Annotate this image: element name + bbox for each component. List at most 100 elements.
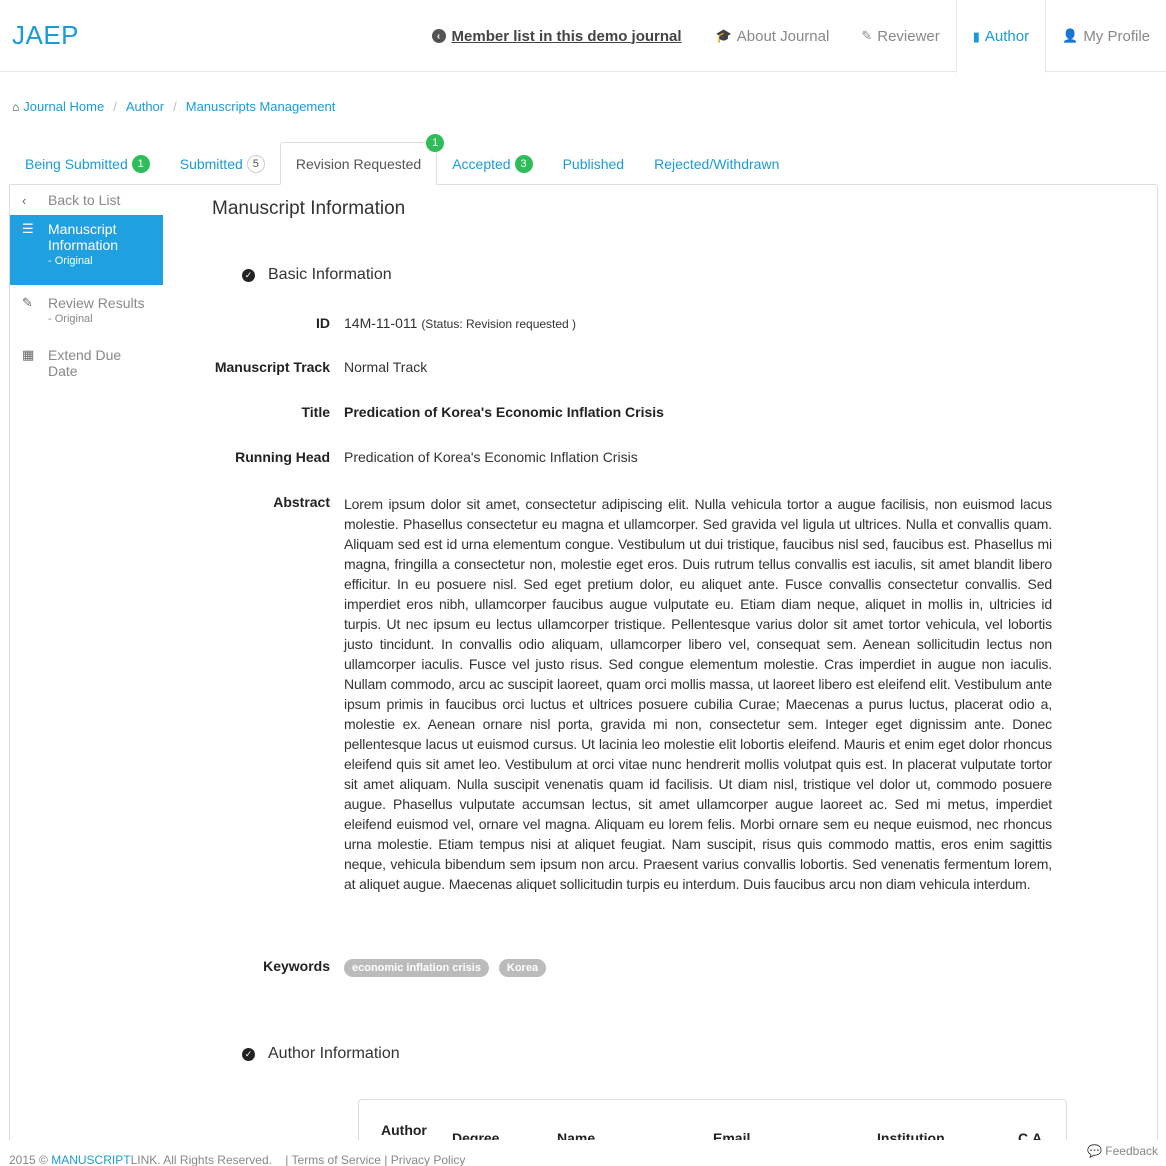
field-label: Keywords — [263, 958, 330, 974]
sidebar-item-label: Manuscript Information - Original — [48, 221, 151, 279]
field-value: Normal Track — [344, 359, 428, 375]
calendar-icon: ▦ — [22, 347, 35, 362]
check-circle-icon: ✓ — [242, 1047, 255, 1061]
tab-rejected-withdrawn[interactable]: Rejected/Withdrawn — [639, 143, 794, 185]
terms-link[interactable]: Terms of Service — [292, 1153, 381, 1166]
review-results-sub: - Original — [48, 313, 93, 325]
nav-reviewer[interactable]: ✎ Reviewer — [845, 0, 955, 72]
brand-part: LINK — [130, 1153, 158, 1166]
tab-label: Being Submitted — [25, 156, 128, 172]
comments-icon: 💬 — [1087, 1144, 1102, 1158]
nav-menu: ‹ Member list in this demo journal 🎓 Abo… — [416, 0, 1166, 73]
author-information-heading: ✓ Author Information — [242, 1045, 400, 1063]
field-abstract: Abstract Lorem ipsum dolor sit amet, con… — [212, 494, 1072, 894]
rights-text: . All Rights Reserved. — [157, 1153, 272, 1166]
list-icon: ☰ — [22, 221, 34, 236]
book-icon: ▮ — [972, 28, 980, 44]
field-running-head: Running Head Predication of Korea's Econ… — [212, 449, 1072, 465]
tab-being-submitted[interactable]: Being Submitted 1 — [10, 143, 165, 185]
sidebar-item-manuscript-information[interactable]: ☰ Manuscript Information - Original — [10, 215, 163, 285]
tab-accepted[interactable]: Accepted 3 — [437, 143, 547, 185]
arrow-circle-left-icon: ‹ — [431, 29, 446, 43]
review-results-label: Review Results — [48, 295, 145, 311]
footer: 2015 © MANUSCRIPTLINK. All Rights Reserv… — [0, 1140, 1166, 1166]
section-title: Author Information — [268, 1045, 400, 1062]
sidebar-item-extend-due-date[interactable]: ▦ Extend Due Date — [10, 341, 163, 385]
privacy-link[interactable]: Privacy Policy — [391, 1153, 466, 1166]
tab-label: Published — [562, 156, 625, 172]
member-list-label: Member list in this demo journal — [451, 27, 682, 45]
back-label: Back to List — [48, 192, 121, 208]
sidebar: ‹ Back to List ☰ Manuscript Information … — [10, 185, 163, 385]
chevron-left-icon: ‹ — [22, 192, 27, 208]
home-icon: ⌂ — [12, 99, 20, 114]
manuscript-info-label: Manuscript Information — [48, 221, 119, 253]
field-title: Title Predication of Korea's Economic In… — [212, 404, 1072, 420]
tab-published[interactable]: Published — [548, 143, 640, 185]
field-label: Title — [301, 404, 330, 420]
feedback-button[interactable]: 💬 Feedback — [1087, 1144, 1158, 1158]
nav-about-label: About Journal — [736, 27, 830, 45]
feedback-label: Feedback — [1105, 1144, 1158, 1158]
breadcrumb-separator: / — [113, 99, 117, 114]
breadcrumb-separator: / — [173, 99, 177, 114]
field-label: Running Head — [235, 449, 330, 465]
tab-label: Revision Requested — [295, 155, 422, 172]
pencil-square-icon: ✎ — [861, 28, 873, 43]
count-badge: 3 — [514, 155, 533, 173]
breadcrumb-manuscripts-management[interactable]: Manuscripts Management — [186, 99, 336, 114]
sidebar-item-label: Review Results - Original — [48, 295, 144, 335]
field-label: ID — [316, 315, 330, 331]
top-navbar: JAEP ‹ Member list in this demo journal … — [0, 0, 1166, 73]
tab-label: Rejected/Withdrawn — [654, 156, 780, 172]
keyword-list: economic inflation crisis Korea — [344, 958, 552, 977]
manuscript-info-sub: - Original — [48, 255, 93, 267]
edit-icon: ✎ — [22, 295, 33, 310]
member-list-link[interactable]: ‹ Member list in this demo journal — [416, 0, 700, 72]
nav-author-label: Author — [984, 28, 1030, 45]
manuscript-status: (Status: Revision requested ) — [421, 317, 577, 331]
sidebar-item-review-results[interactable]: ✎ Review Results - Original — [10, 289, 163, 341]
tab-label: Submitted — [179, 156, 243, 172]
abstract-text: Lorem ipsum dolor sit amet, consectetur … — [344, 496, 1052, 892]
field-manuscript-track: Manuscript Track Normal Track — [212, 359, 1072, 375]
journal-brand[interactable]: JAEP — [12, 20, 79, 51]
field-label: Abstract — [273, 494, 330, 510]
nav-about-journal[interactable]: 🎓 About Journal — [700, 0, 846, 72]
field-label: Manuscript Track — [214, 359, 330, 375]
brand-part: MANUSCRIPT — [51, 1153, 131, 1166]
manuscript-id: 14M-11-011 — [344, 315, 418, 331]
keyword-tag: Korea — [498, 959, 547, 977]
nav-reviewer-label: Reviewer — [877, 27, 940, 45]
breadcrumb: ⌂ Journal Home / Author / Manuscripts Ma… — [12, 99, 335, 114]
field-keywords: Keywords economic inflation crisis Korea — [212, 958, 1072, 977]
tab-label: Accepted — [452, 156, 511, 172]
manuscriptlink-link[interactable]: MANUSCRIPTLINK — [51, 1153, 157, 1166]
copyright-year: 2015 © — [9, 1153, 48, 1166]
count-badge: 1 — [131, 155, 150, 173]
nav-author[interactable]: ▮ Author — [955, 0, 1047, 73]
breadcrumb-author[interactable]: Author — [126, 99, 164, 114]
author-column-header: Author — [381, 1122, 427, 1138]
nav-my-profile[interactable]: 👤 My Profile — [1046, 0, 1166, 72]
field-value: 14M-11-011 (Status: Revision requested ) — [344, 315, 576, 331]
section-title: Basic Information — [268, 266, 392, 283]
count-badge: 5 — [246, 155, 265, 173]
field-value: Predication of Korea's Economic Inflatio… — [344, 449, 638, 465]
field-value: Predication of Korea's Economic Inflatio… — [344, 404, 664, 420]
tab-revision-requested[interactable]: Revision Requested 1 — [279, 134, 445, 185]
user-icon: 👤 — [1062, 28, 1079, 43]
copyright: 2015 © MANUSCRIPTLINK. All Rights Reserv… — [9, 1153, 466, 1166]
nav-profile-label: My Profile — [1083, 27, 1150, 45]
tab-submitted[interactable]: Submitted 5 — [165, 143, 280, 185]
field-id: ID 14M-11-011 (Status: Revision requeste… — [212, 315, 1072, 331]
back-to-list-link[interactable]: ‹ Back to List — [10, 185, 163, 215]
graduation-cap-icon: 🎓 — [715, 28, 732, 43]
basic-information-heading: ✓ Basic Information — [242, 266, 392, 284]
manuscript-status-tabs: Being Submitted 1 Submitted 5 Revision R… — [10, 134, 794, 185]
extend-label: Extend Due Date — [48, 347, 122, 379]
page-title: Manuscript Information — [212, 198, 406, 219]
keyword-tag: economic inflation crisis — [344, 959, 489, 977]
breadcrumb-journal-home[interactable]: Journal Home — [23, 99, 104, 114]
check-circle-icon: ✓ — [242, 268, 255, 282]
